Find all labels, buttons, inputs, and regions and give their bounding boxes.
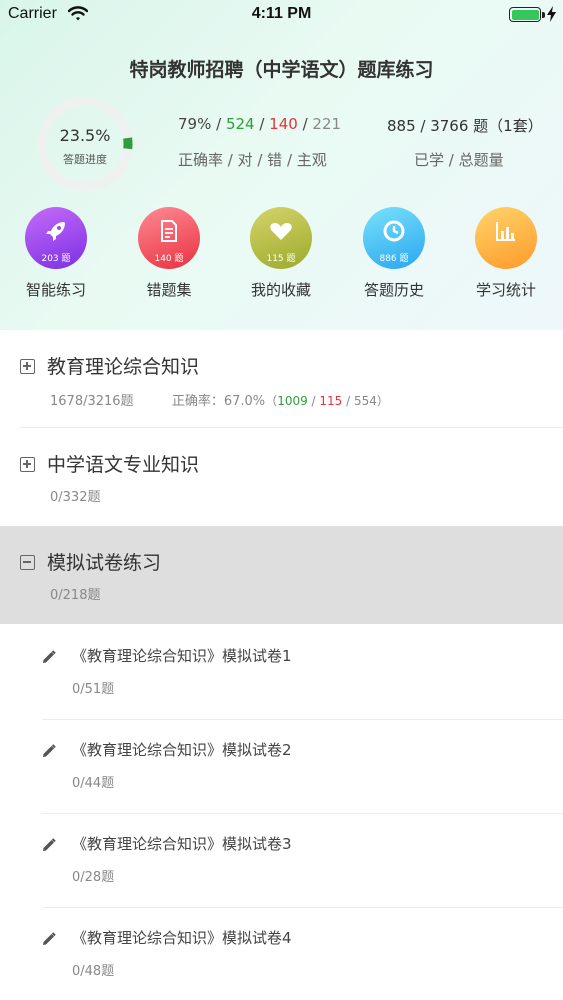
answer-history-button[interactable]: 886 题 答题历史 (349, 207, 439, 300)
quick-action-badge: 886 题 (379, 254, 409, 264)
accuracy-label: 正确率： (171, 394, 224, 409)
progress-percent: 23.5% (59, 126, 111, 145)
breakdown-open: （ (265, 394, 278, 408)
category-name: 中学语文专业知识 (47, 454, 200, 476)
quick-action-circle: 140 题 (138, 207, 200, 269)
clock: 4:11 PM (251, 5, 312, 22)
paper-name: 《教育理论综合知识》模拟试卷1 (72, 647, 292, 665)
smart-practice-button[interactable]: 203 题 智能练习 (11, 207, 101, 300)
heart-icon (270, 223, 292, 240)
paper-name: 《教育理论综合知识》模拟试卷2 (72, 741, 292, 759)
learned-stats-label: 已学 / 总题量 (414, 151, 504, 169)
quick-action-badge: 140 题 (154, 254, 184, 264)
paper-count: 0/28题 (72, 870, 115, 885)
quick-action-label: 答题历史 (363, 281, 424, 299)
accuracy-stats-label: 正确率 / 对 / 错 / 主观 (178, 151, 327, 169)
quick-action-circle (475, 207, 537, 269)
quick-action-circle: 115 题 (250, 207, 312, 269)
collapse-icon[interactable] (20, 555, 35, 570)
mock-paper-row[interactable]: 《教育理论综合知识》模拟试卷1 0/51题 (0, 626, 563, 720)
history-icon (383, 220, 405, 242)
pencil-icon (42, 649, 56, 668)
rocket-icon (46, 222, 65, 241)
category-count: 0/218题 (50, 588, 101, 603)
category-name: 教育理论综合知识 (47, 356, 200, 378)
pencil-icon (42, 837, 56, 856)
expand-icon[interactable] (20, 359, 35, 374)
learned-stats: 885 / 3766 题（1套） (387, 117, 543, 135)
accuracy-stats: 79% / 524 / 140 / 221 (178, 115, 341, 133)
mock-paper-row[interactable]: 《教育理论综合知识》模拟试卷3 0/28题 (0, 814, 563, 908)
correct-count: 524 (225, 115, 255, 133)
bar-chart-icon (496, 222, 515, 241)
breakdown-close: ） (376, 394, 389, 408)
quick-action-label: 学习统计 (475, 281, 536, 299)
wrong-questions-button[interactable]: 140 题 错题集 (124, 207, 214, 300)
quick-action-label: 错题集 (146, 281, 192, 299)
subjective-count: 221 (312, 115, 342, 133)
category-row-expanded[interactable]: 模拟试卷练习 0/218题 (0, 526, 563, 624)
mock-paper-row[interactable]: 《教育理论综合知识》模拟试卷2 0/44题 (0, 720, 563, 814)
status-bar: Carrier 4:11 PM (0, 0, 563, 30)
category-meta: 1678/3216题 正确率：67.0%（1009 / 115 / 554） (50, 390, 389, 409)
separator: / (254, 115, 270, 133)
battery-tip (542, 12, 545, 18)
battery-icon (509, 7, 541, 22)
paper-count: 0/44题 (72, 776, 115, 791)
paper-name: 《教育理论综合知识》模拟试卷4 (72, 929, 292, 947)
page-title: 特岗教师招聘（中学语文）题库练习 (129, 59, 434, 81)
document-icon (161, 220, 177, 242)
pencil-icon (42, 743, 56, 762)
accuracy-value: 67.0% (223, 394, 266, 409)
wrong-count: 140 (269, 115, 298, 133)
category-count: 1678/3216题 (50, 394, 134, 409)
quick-action-label: 我的收藏 (250, 281, 311, 299)
separator: / (307, 394, 320, 408)
wrong-count: 115 (319, 394, 343, 408)
category-row[interactable]: 中学语文专业知识 0/332题 (0, 428, 563, 526)
charging-bolt-icon (547, 6, 556, 26)
separator: / (297, 115, 313, 133)
quick-action-badge: 203 题 (41, 254, 71, 264)
expand-icon[interactable] (20, 457, 35, 472)
pencil-icon (42, 931, 56, 950)
progress-label: 答题进度 (63, 153, 107, 166)
correct-count: 1009 (277, 394, 308, 408)
separator: / (211, 115, 226, 133)
category-count: 0/332题 (50, 490, 101, 505)
favorites-button[interactable]: 115 题 我的收藏 (236, 207, 326, 300)
category-row[interactable]: 教育理论综合知识 1678/3216题 正确率：67.0%（1009 / 115… (0, 330, 563, 428)
separator: / (342, 394, 354, 408)
paper-name: 《教育理论综合知识》模拟试卷3 (72, 835, 292, 853)
paper-count: 0/48题 (72, 964, 115, 979)
category-name: 模拟试卷练习 (47, 552, 162, 574)
paper-count: 0/51题 (72, 682, 115, 697)
other-count: 554 (353, 394, 377, 408)
quick-action-circle: 203 题 (25, 207, 87, 269)
accuracy-rate: 79% (178, 115, 212, 133)
mock-paper-row[interactable]: 《教育理论综合知识》模拟试卷4 0/48题 (0, 908, 563, 1000)
study-statistics-button[interactable]: 学习统计 (461, 207, 551, 300)
quick-action-badge: 115 题 (266, 254, 296, 264)
header: Carrier 4:11 PM 特岗教师招聘（中学语文）题库练习 23.5% 答… (0, 0, 563, 330)
quick-action-label: 智能练习 (25, 281, 86, 299)
quick-action-circle: 886 题 (363, 207, 425, 269)
